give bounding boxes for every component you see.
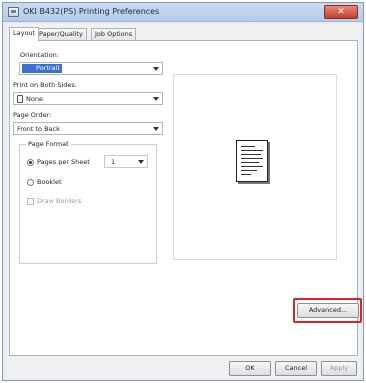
text-line [241, 154, 261, 155]
chevron-down-icon [138, 160, 144, 164]
window-title: OKI B432(PS) Printing Preferences [23, 7, 160, 16]
tab-job-options[interactable]: Job Options [91, 28, 137, 40]
page-order-value: Front to Back [17, 125, 60, 133]
cancel-button[interactable]: Cancel [275, 361, 317, 376]
chevron-down-icon [153, 67, 159, 71]
orientation-label: Orientation: [20, 51, 59, 59]
ok-button[interactable]: OK [229, 361, 271, 376]
tab-layout[interactable]: Layout [9, 27, 40, 41]
orientation-select[interactable]: Portrait [19, 62, 163, 75]
pages-per-sheet-label: Pages per Sheet [37, 158, 90, 166]
page-preview-icon [236, 140, 268, 182]
text-line [241, 174, 251, 175]
draw-borders-checkbox[interactable] [27, 198, 34, 205]
page-format-group: Page Format Pages per Sheet 1 Booklet Dr… [19, 140, 157, 264]
text-line [241, 170, 257, 171]
booklet-radio[interactable] [27, 179, 34, 186]
printing-preferences-window: OKI B432(PS) Printing Preferences ✕ Layo… [2, 2, 364, 381]
booklet-label: Booklet [37, 178, 62, 186]
text-line [241, 162, 259, 163]
dialog-client-area: Layout Paper/Quality Job Options Orienta… [7, 24, 362, 378]
advanced-button[interactable]: Advanced... [297, 303, 359, 318]
page-order-label: Page Order: [13, 111, 52, 119]
text-line [241, 150, 263, 151]
layout-preview [173, 74, 337, 260]
page-format-title: Page Format [26, 140, 71, 148]
duplex-value: None [26, 95, 43, 103]
tab-paper-quality[interactable]: Paper/Quality [35, 28, 87, 40]
duplex-none-icon [17, 95, 23, 103]
print-on-both-sides-label: Print on Both Sides: [13, 81, 77, 89]
close-button[interactable]: ✕ [324, 5, 358, 19]
text-line [241, 166, 263, 167]
chevron-down-icon [153, 127, 159, 131]
apply-button[interactable]: Apply [321, 361, 357, 376]
title-bar: OKI B432(PS) Printing Preferences ✕ [3, 3, 363, 22]
pages-per-sheet-radio[interactable] [27, 159, 34, 166]
orientation-value: Portrait [22, 64, 62, 73]
layout-panel: Orientation: Portrait Print on Both Side… [9, 40, 362, 356]
draw-borders-label: Draw Borders [37, 197, 82, 205]
text-line [241, 158, 263, 159]
page-order-select[interactable]: Front to Back [13, 122, 163, 135]
pages-per-sheet-value: 1 [111, 158, 116, 166]
text-line [241, 146, 255, 147]
print-on-both-sides-select[interactable]: None [13, 92, 163, 105]
chevron-down-icon [153, 97, 159, 101]
pages-per-sheet-select[interactable]: 1 [104, 155, 148, 168]
printer-icon [8, 7, 19, 17]
